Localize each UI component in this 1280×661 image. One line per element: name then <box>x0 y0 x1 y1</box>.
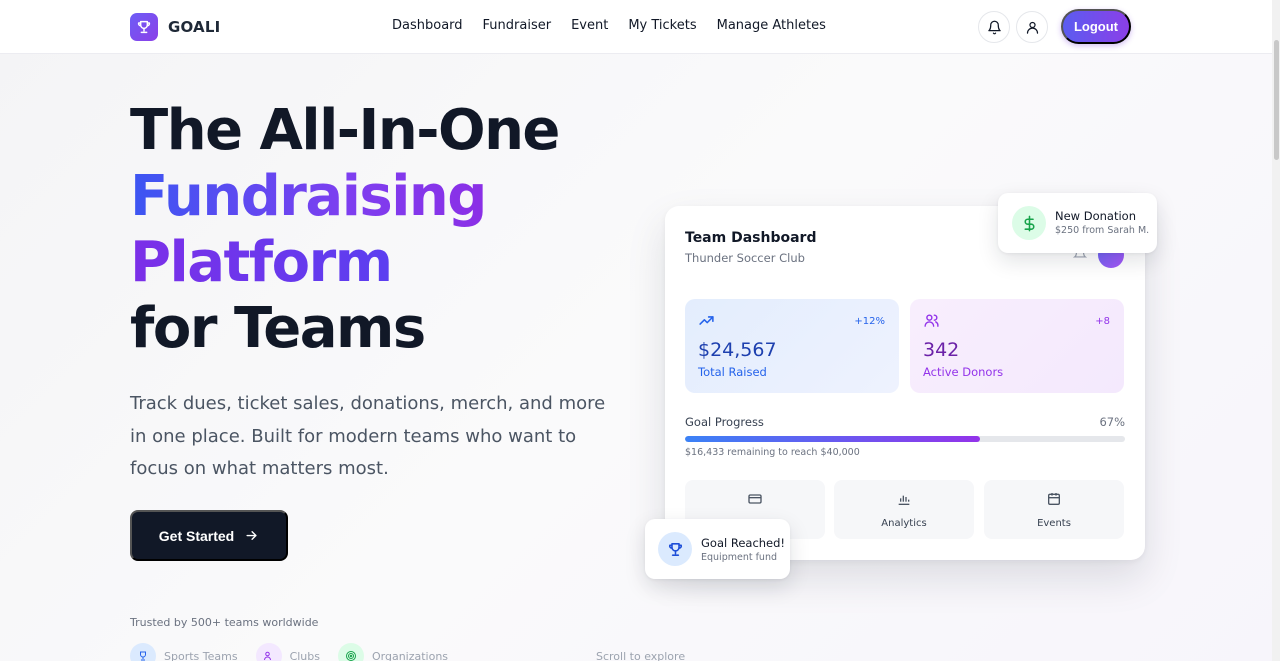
trust-item-organizations: Organizations <box>337 643 449 661</box>
nav-link-my-tickets[interactable]: My Tickets <box>628 18 696 33</box>
stat-value: 342 <box>923 339 960 361</box>
hero-title-line-4: for Teams <box>130 296 426 361</box>
user-icon <box>1026 21 1038 34</box>
calendar-icon <box>1046 491 1062 511</box>
tile-label: Analytics <box>881 518 927 529</box>
bar-chart-icon <box>896 491 912 511</box>
stat-label: Active Donors <box>923 365 1004 379</box>
hero-title-line-3: Platform <box>130 230 393 295</box>
goal-progress-percent: 67% <box>1099 415 1125 429</box>
goal-remaining-text: $16,433 remaining to reach $40,000 <box>685 447 860 458</box>
trust-badges: Sports Teams Clubs Organizations <box>130 643 448 661</box>
goal-progress-bar <box>685 436 1125 442</box>
new-donation-toast: New Donation $250 from Sarah M. <box>998 193 1157 253</box>
brand[interactable]: GOALI <box>130 13 220 41</box>
nav-link-dashboard[interactable]: Dashboard <box>392 18 463 33</box>
toast-subtitle: Equipment fund <box>701 552 778 563</box>
hero-title-line-2: Fundraising <box>130 164 487 229</box>
stat-total-raised: +12% $24,567 Total Raised <box>685 299 899 393</box>
target-icon <box>337 643 364 661</box>
trophy-icon <box>658 532 692 566</box>
scroll-hint: Scroll to explore <box>596 650 686 661</box>
card-icon <box>747 491 763 511</box>
toast-title: Goal Reached! <box>701 536 786 550</box>
notifications-button[interactable] <box>978 11 1010 43</box>
brand-name: GOALI <box>168 18 221 36</box>
users-icon <box>923 312 940 333</box>
tile-analytics[interactable]: Analytics <box>834 480 974 539</box>
toast-subtitle: $250 from Sarah M. <box>1055 225 1150 236</box>
goal-progress-label: Goal Progress <box>685 415 764 429</box>
bell-icon <box>987 20 1001 34</box>
hero-title-line-1: The All-In-One <box>130 98 560 163</box>
trust-item-clubs: Clubs <box>255 643 320 661</box>
trusted-text: Trusted by 500+ teams worldwide <box>130 616 319 629</box>
scrollbar-thumb[interactable] <box>1274 40 1279 160</box>
dollar-icon <box>1012 206 1046 240</box>
stat-active-donors: +8 342 Active Donors <box>910 299 1124 393</box>
trophy-logo-icon <box>130 13 158 41</box>
profile-button[interactable] <box>1016 11 1048 43</box>
dashboard-preview-card: Team Dashboard Thunder Soccer Club +12% … <box>665 206 1145 560</box>
logout-button[interactable]: Logout <box>1061 9 1131 44</box>
tile-label: Events <box>1037 518 1071 529</box>
stat-value: $24,567 <box>698 339 777 361</box>
dashboard-subtitle: Thunder Soccer Club <box>685 251 805 265</box>
goal-reached-toast: Goal Reached! Equipment fund <box>645 519 790 579</box>
dashboard-title: Team Dashboard <box>685 230 817 246</box>
get-started-button[interactable]: Get Started <box>130 510 288 561</box>
top-navbar: GOALI Dashboard Fundraiser Event My Tick… <box>0 0 1280 54</box>
trophy-icon <box>130 643 156 661</box>
get-started-label: Get Started <box>158 527 235 544</box>
nav-link-manage-athletes[interactable]: Manage Athletes <box>717 18 826 33</box>
stat-delta: +8 <box>1095 316 1110 327</box>
tile-events[interactable]: Events <box>984 480 1124 539</box>
trending-up-icon <box>698 312 715 333</box>
trust-item-label: Organizations <box>371 649 449 661</box>
users-icon <box>255 643 282 661</box>
arrow-right-icon <box>246 531 257 540</box>
stat-delta: +12% <box>854 316 885 327</box>
nav-link-event[interactable]: Event <box>571 18 608 33</box>
trust-item-sports-teams: Sports Teams <box>130 643 238 661</box>
stat-label: Total Raised <box>698 365 767 379</box>
goal-progress-fill <box>685 436 980 442</box>
trust-item-label: Clubs <box>289 649 320 661</box>
hero-subtitle: Track dues, ticket sales, donations, mer… <box>130 393 606 479</box>
nav-link-fundraiser[interactable]: Fundraiser <box>483 18 552 33</box>
toast-title: New Donation <box>1055 209 1136 223</box>
hero-title: The All-In-One Fundraising Platform for … <box>130 98 560 362</box>
main-nav: Dashboard Fundraiser Event My Tickets Ma… <box>392 18 826 33</box>
trust-item-label: Sports Teams <box>164 649 238 661</box>
